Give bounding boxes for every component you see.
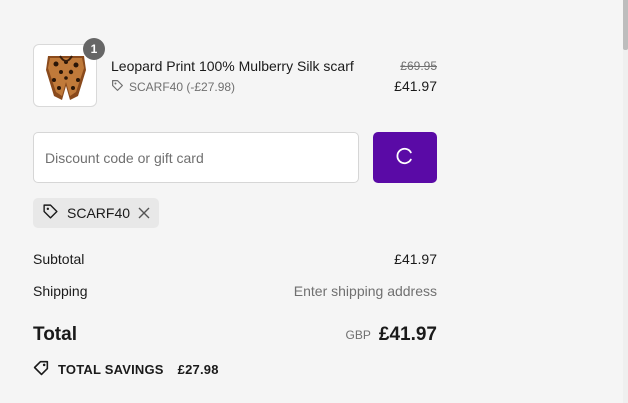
applied-discount-tag: SCARF40 <box>33 198 160 228</box>
tag-icon <box>42 203 59 223</box>
total-amount: GBP £41.97 <box>346 324 437 346</box>
discounted-price: £41.97 <box>394 78 437 94</box>
savings-value: £27.98 <box>177 361 219 377</box>
total-value: £41.97 <box>378 324 437 345</box>
product-thumbnail: 1 <box>33 38 105 107</box>
shipping-label: Shipping <box>33 283 88 299</box>
cart-line-item: 1 Leopard Print 100% Mulberry Silk scarf… <box>33 38 437 107</box>
scrollbar-track[interactable] <box>623 0 628 403</box>
currency-code: GBP <box>345 328 371 342</box>
total-row: Total GBP £41.97 <box>33 324 437 346</box>
subtotal-row: Subtotal £41.97 <box>33 251 437 267</box>
subtotal-value: £41.97 <box>394 251 437 267</box>
original-price: £69.95 <box>400 59 437 73</box>
total-savings: TOTAL SAVINGS £27.98 <box>33 359 219 379</box>
spinner-icon <box>396 147 414 168</box>
quantity-badge: 1 <box>83 38 105 60</box>
total-label: Total <box>33 324 77 345</box>
savings-label: TOTAL SAVINGS <box>58 361 164 377</box>
shipping-value: Enter shipping address <box>293 283 437 299</box>
tag-icon <box>111 79 124 95</box>
shipping-row: Shipping Enter shipping address <box>33 283 437 299</box>
product-discount: SCARF40 (-£27.98) <box>111 79 235 95</box>
discount-code-input[interactable] <box>33 132 359 183</box>
product-title: Leopard Print 100% Mulberry Silk scarf <box>111 58 354 74</box>
apply-discount-button[interactable] <box>373 132 437 183</box>
applied-code-label: SCARF40 <box>67 205 131 221</box>
leopard-scarf-image <box>46 55 86 100</box>
subtotal-label: Subtotal <box>33 251 85 267</box>
scrollbar-thumb[interactable] <box>623 0 628 50</box>
close-icon <box>138 207 150 219</box>
remove-discount-button[interactable] <box>138 207 150 219</box>
savings-tag-icon <box>33 359 50 379</box>
product-discount-label: SCARF40 (-£27.98) <box>129 80 236 94</box>
